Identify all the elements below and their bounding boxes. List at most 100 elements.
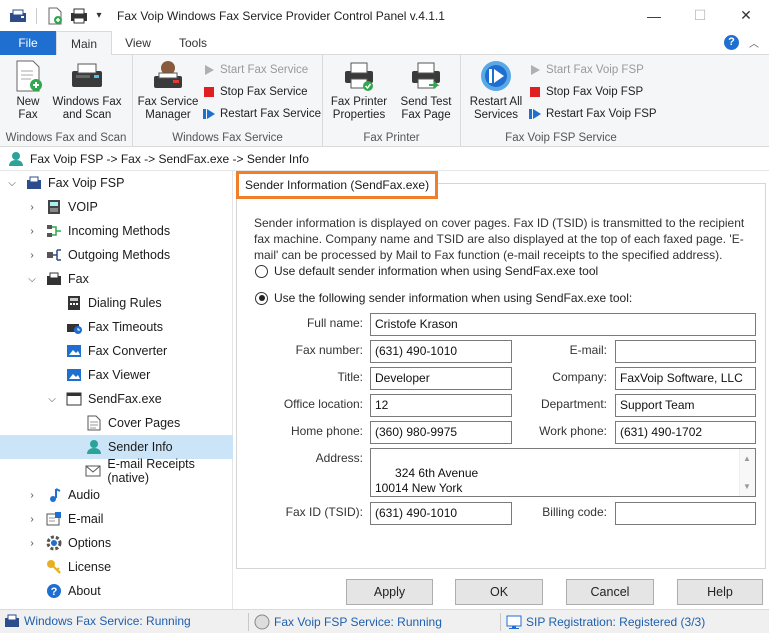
address-text: 324 6th Avenue 10014 New York USA [375, 466, 479, 495]
billing-code-field[interactable] [615, 502, 756, 525]
fax-timeouts-icon [66, 319, 82, 335]
collapse-chevron-icon[interactable]: ⌵ [6, 178, 18, 189]
expand-chevron-icon[interactable]: › [26, 226, 38, 237]
fax-machine-icon[interactable] [8, 7, 28, 25]
tree-item-fax-voip-fsp[interactable]: ⌵ Fax Voip FSP [0, 171, 233, 195]
new-fax-label: New Fax [16, 96, 40, 121]
collapse-ribbon-icon[interactable]: ︿ [749, 35, 759, 50]
radio-custom[interactable] [255, 291, 268, 305]
option-default-sender[interactable]: Use default sender information when usin… [255, 264, 598, 278]
fax-service-manager-button[interactable]: Fax Service Manager [137, 59, 199, 122]
tree-item-incoming-methods[interactable]: › Incoming Methods [0, 219, 233, 243]
scroll-up-icon[interactable]: ▲ [743, 451, 751, 466]
apply-button[interactable]: Apply [346, 579, 433, 605]
image-icon [66, 367, 82, 383]
fax-printer-properties-button[interactable]: Fax Printer Properties [329, 59, 389, 122]
expand-chevron-icon[interactable]: › [26, 538, 38, 549]
status-sip[interactable]: SIP Registration: Registered (3/3) [506, 614, 705, 630]
printer-icon[interactable] [69, 7, 89, 25]
tree-item-cover-pages[interactable]: Cover Pages [0, 411, 233, 435]
new-document-icon[interactable] [45, 7, 65, 25]
tab-tools[interactable]: Tools [166, 31, 220, 55]
stop-fax-voip-fsp-button[interactable]: Stop Fax Voip FSP [529, 82, 643, 102]
option-custom-sender[interactable]: Use the following sender information whe… [255, 291, 632, 305]
start-fax-voip-fsp-button[interactable]: Start Fax Voip FSP [529, 60, 644, 80]
expand-chevron-icon[interactable]: › [26, 490, 38, 501]
restart-all-services-button[interactable]: Restart All Services [465, 59, 527, 122]
minimize-button[interactable]: — [631, 0, 677, 31]
tree-item-sender-info[interactable]: Sender Info [0, 435, 233, 459]
radio-default[interactable] [255, 264, 268, 278]
expand-chevron-icon[interactable]: › [26, 250, 38, 261]
tree-item-outgoing-methods[interactable]: › Outgoing Methods [0, 243, 233, 267]
tree-label: Dialing Rules [88, 296, 162, 310]
new-fax-button[interactable]: New Fax [6, 59, 50, 122]
email-field[interactable] [615, 340, 756, 363]
tree-item-dialing-rules[interactable]: Dialing Rules [0, 291, 233, 315]
work-phone-label: Work phone: [539, 424, 607, 438]
tree-item-options[interactable]: › Options [0, 531, 233, 555]
restart-all-label: Restart All Services [469, 96, 523, 121]
company-field[interactable]: FaxVoip Software, LLC [615, 367, 756, 390]
breadcrumb: Fax Voip FSP -> Fax -> SendFax.exe -> Se… [0, 147, 769, 171]
restart-fax-service-button[interactable]: Restart Fax Service [203, 104, 321, 124]
restart-fax-voip-fsp-button[interactable]: Restart Fax Voip FSP [529, 104, 657, 124]
help-button[interactable]: Help [677, 579, 763, 605]
work-phone-field[interactable]: (631) 490-1702 [615, 421, 756, 444]
tree-item-fax-viewer[interactable]: Fax Viewer [0, 363, 233, 387]
tree-label: Outgoing Methods [68, 248, 171, 262]
tree-item-fax[interactable]: ⌵ Fax [0, 267, 233, 291]
tab-view[interactable]: View [114, 31, 162, 55]
tree-item-fax-timeouts[interactable]: Fax Timeouts [0, 315, 233, 339]
start-fax-service-button[interactable]: Start Fax Service [203, 60, 308, 80]
office-location-field[interactable]: 12 [370, 394, 512, 417]
stop-icon [530, 87, 540, 97]
tree-item-email-receipts[interactable]: E-mail Receipts (native) [0, 457, 233, 485]
status-fsp-text: Fax Voip FSP Service: Running [274, 615, 442, 629]
tree-item-audio[interactable]: › Audio [0, 483, 233, 507]
expand-chevron-icon[interactable]: › [26, 202, 38, 213]
help-icon[interactable]: ? [724, 35, 739, 50]
ribbon: New Fax Windows Fax and Scan Windows Fax… [0, 55, 769, 147]
stop-fax-service-button[interactable]: Stop Fax Service [203, 82, 308, 102]
ok-button[interactable]: OK [455, 579, 543, 605]
tree-item-email[interactable]: › E-mail [0, 507, 233, 531]
tab-file[interactable]: File [0, 31, 56, 55]
group-label-windows-fax-service: Windows Fax Service [172, 132, 283, 144]
windows-fax-scan-button[interactable]: Windows Fax and Scan [50, 59, 124, 122]
status-bar: Windows Fax Service: Running Fax Voip FS… [0, 609, 769, 633]
window-title: Fax Voip Windows Fax Service Provider Co… [117, 8, 445, 23]
expand-chevron-icon[interactable]: › [26, 514, 38, 525]
audio-icon [46, 487, 62, 503]
status-windows-fax[interactable]: Windows Fax Service: Running [4, 614, 191, 628]
service-status-icon [254, 614, 270, 630]
fax-number-field[interactable]: (631) 490-1010 [370, 340, 512, 363]
scroll-down-icon[interactable]: ▼ [743, 479, 751, 494]
address-field[interactable]: 324 6th Avenue 10014 New York USA ▲ ▼ [370, 448, 756, 497]
status-fsp[interactable]: Fax Voip FSP Service: Running [254, 614, 442, 630]
phone-icon [46, 199, 62, 215]
qat-dropdown-icon[interactable]: ▾ [93, 7, 105, 25]
cancel-button[interactable]: Cancel [566, 579, 654, 605]
maximize-button[interactable]: ☐ [677, 0, 723, 31]
group-windows-fax-service: Fax Service Manager Start Fax Service St… [133, 55, 323, 147]
close-button[interactable]: ✕ [723, 0, 769, 31]
title-field[interactable]: Developer [370, 367, 512, 390]
tree-item-sendfax[interactable]: ⌵ SendFax.exe [0, 387, 233, 411]
home-phone-field[interactable]: (360) 980-9975 [370, 421, 512, 444]
sender-info-description: Sender information is displayed on cover… [254, 216, 745, 262]
group-windows-fax-scan: New Fax Windows Fax and Scan Windows Fax… [0, 55, 133, 147]
department-field[interactable]: Support Team [615, 394, 756, 417]
full-name-field[interactable]: Cristofe Krason [370, 313, 756, 336]
tree-item-about[interactable]: ? About [0, 579, 233, 603]
tree-item-license[interactable]: License [0, 555, 233, 579]
tree-item-voip[interactable]: › VOIP [0, 195, 233, 219]
tab-main[interactable]: Main [56, 31, 112, 56]
collapse-chevron-icon[interactable]: ⌵ [46, 394, 58, 405]
window-controls: — ☐ ✕ [631, 0, 769, 31]
tree-item-fax-converter[interactable]: Fax Converter [0, 339, 233, 363]
send-test-fax-page-button[interactable]: Send Test Fax Page [395, 59, 457, 122]
address-scrollbar[interactable]: ▲ ▼ [739, 449, 755, 496]
collapse-chevron-icon[interactable]: ⌵ [26, 274, 38, 285]
fax-id-field[interactable]: (631) 490-1010 [370, 502, 512, 525]
